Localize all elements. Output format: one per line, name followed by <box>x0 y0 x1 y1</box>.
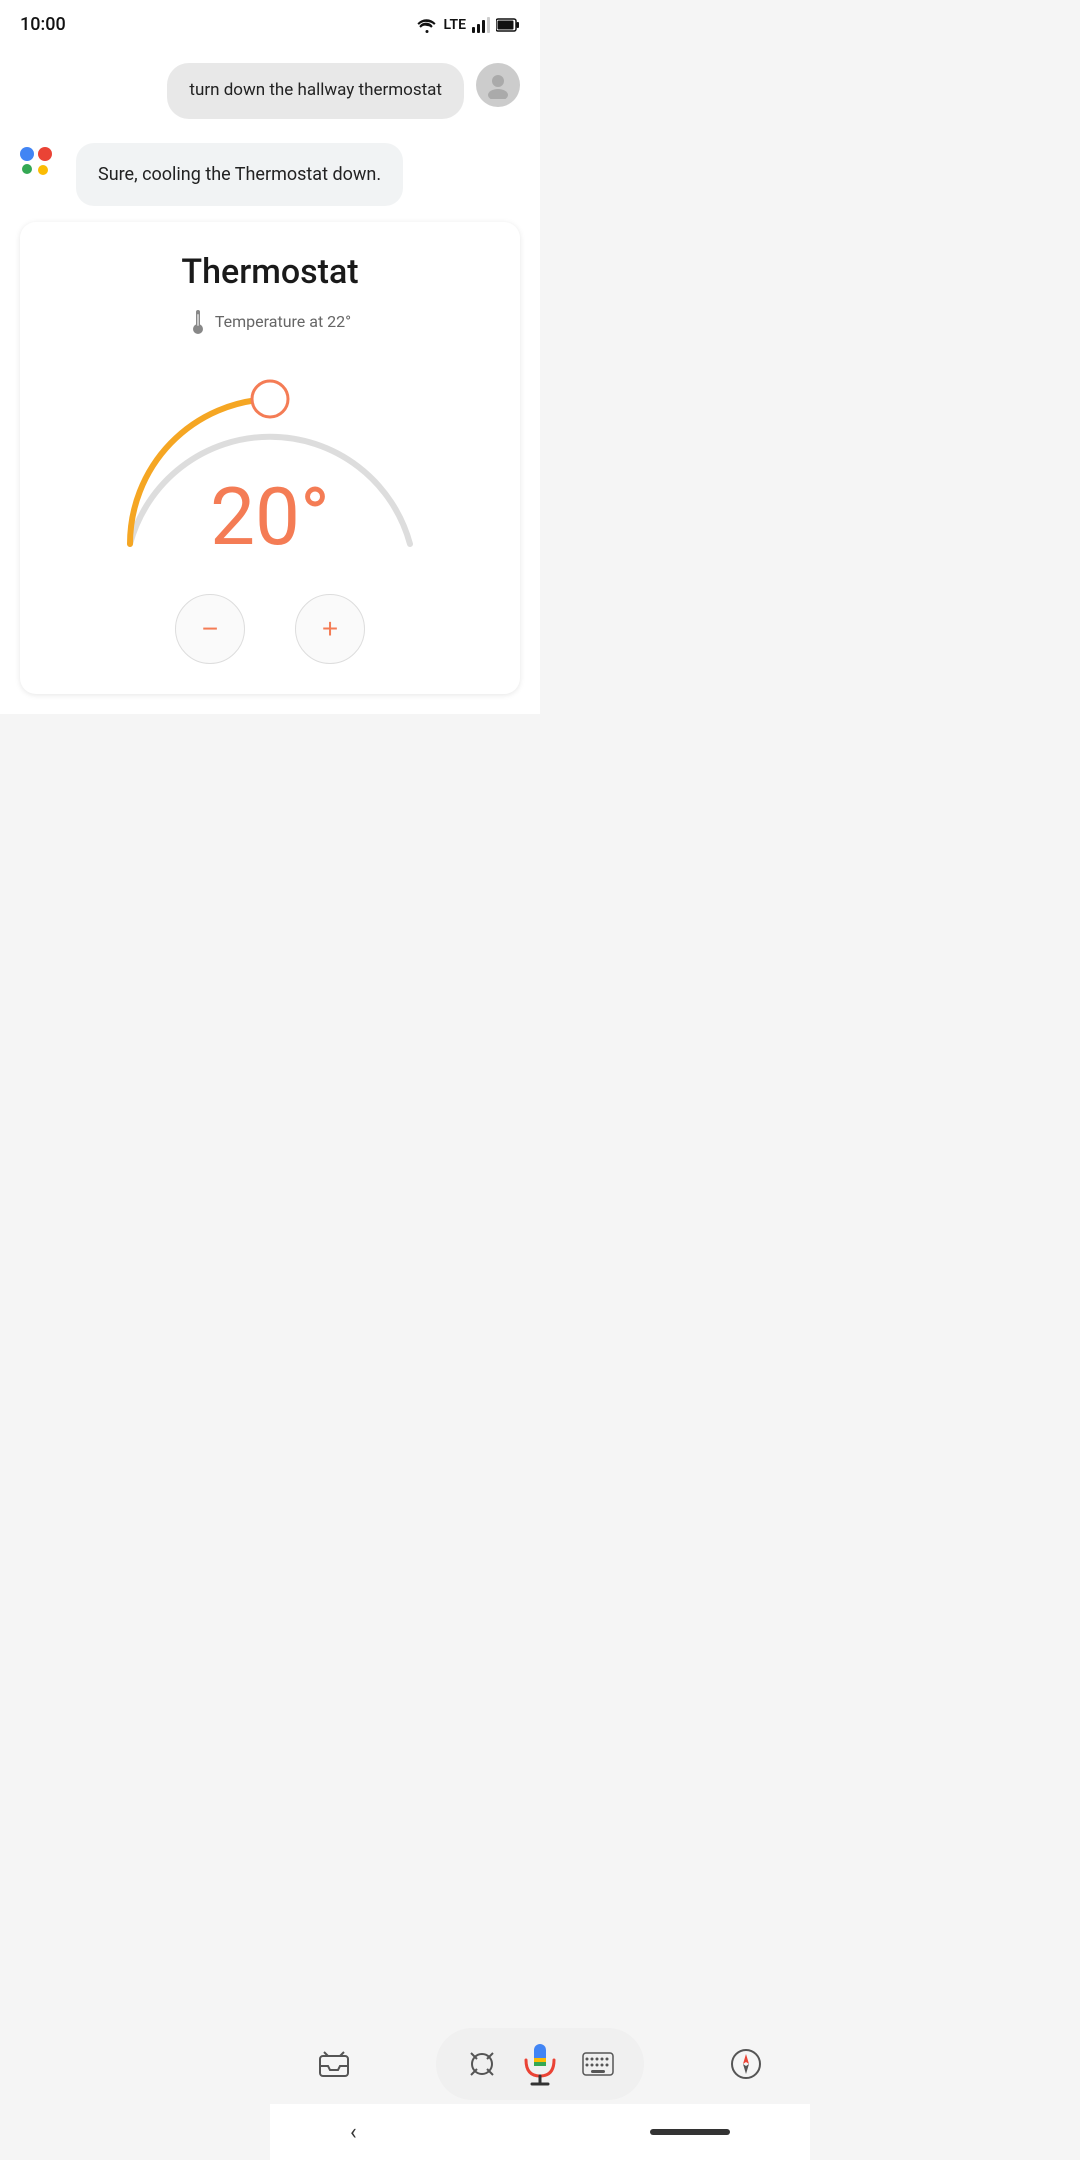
dot-blue <box>20 147 34 161</box>
lens-button[interactable] <box>458 2040 506 2088</box>
assistant-response-text: Sure, cooling the Thermostat down. <box>98 164 381 185</box>
status-time: 10:00 <box>20 14 66 35</box>
battery-icon <box>496 18 520 32</box>
decrease-button[interactable]: − <box>175 594 245 664</box>
back-button[interactable]: ‹ <box>350 2120 357 2145</box>
nav-bar: ‹ <box>270 2104 810 2160</box>
dot-red <box>38 147 52 161</box>
status-bar: 10:00 LTE <box>0 0 540 43</box>
user-avatar <box>476 63 520 107</box>
thermostat-title: Thermostat <box>50 252 490 292</box>
assistant-row: Sure, cooling the Thermostat down. <box>20 143 520 206</box>
thermometer-icon <box>189 308 207 336</box>
user-message-row: turn down the hallway thermostat <box>20 63 520 119</box>
user-message-text: turn down the hallway thermostat <box>189 80 442 100</box>
controls-row: − + <box>50 594 490 664</box>
dot-green <box>22 164 32 174</box>
bottom-bar <box>290 2028 790 2100</box>
temp-display: 20° <box>210 470 330 564</box>
mic-button[interactable] <box>514 2038 566 2090</box>
dial-container: 20° <box>100 344 440 574</box>
increase-icon: + <box>322 613 338 645</box>
wifi-icon <box>416 17 438 33</box>
home-indicator[interactable] <box>650 2129 730 2135</box>
temp-label-row: Temperature at 22° <box>50 308 490 336</box>
temp-label-text: Temperature at 22° <box>215 312 351 331</box>
assistant-bubble: Sure, cooling the Thermostat down. <box>76 143 403 206</box>
google-dots <box>20 143 64 175</box>
signal-icon <box>472 17 490 33</box>
inbox-icon[interactable] <box>310 2040 358 2088</box>
bottom-center-pill <box>436 2028 644 2100</box>
increase-button[interactable]: + <box>295 594 365 664</box>
chat-area: turn down the hallway thermostat Sure, c… <box>0 43 540 714</box>
status-icons: LTE <box>416 17 520 33</box>
thermostat-card: Thermostat Temperature at 22° 20° <box>20 222 520 694</box>
decrease-icon: − <box>202 613 218 645</box>
lte-label: LTE <box>444 17 466 33</box>
dot-yellow <box>38 165 48 175</box>
keyboard-button[interactable] <box>574 2040 622 2088</box>
compass-button[interactable] <box>722 2040 770 2088</box>
user-bubble: turn down the hallway thermostat <box>167 63 464 119</box>
bottom-spacer <box>0 714 540 894</box>
